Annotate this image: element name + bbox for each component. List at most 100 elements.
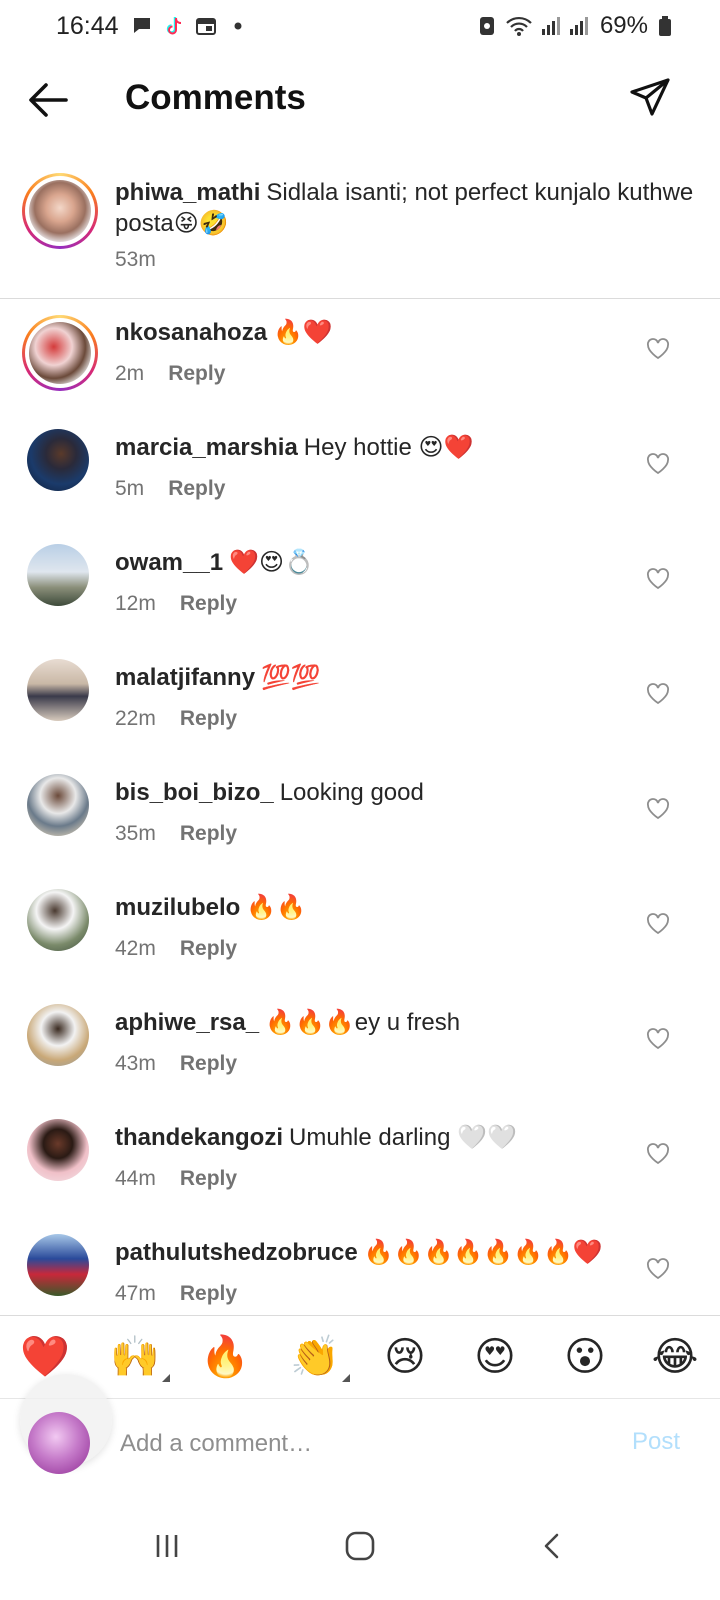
- caption-text: phiwa_mathi Sidlala isanti; not perfect k…: [115, 177, 695, 239]
- comment-composer: Post: [0, 1374, 720, 1492]
- comment-username[interactable]: aphiwe_rsa_: [115, 1009, 259, 1036]
- recent-apps-button[interactable]: [137, 1516, 197, 1576]
- comment-avatar[interactable]: [27, 1234, 89, 1296]
- comment-username[interactable]: marcia_marshia: [115, 434, 298, 461]
- comment-item: thandekangozi Umuhle darling 🤍🤍 44m Reply: [0, 1105, 720, 1220]
- comment-item: malatjifanny 💯💯 22m Reply: [0, 645, 720, 760]
- heart-icon[interactable]: [646, 913, 670, 935]
- comment-meta: 22m Reply: [115, 707, 237, 731]
- comment-text: muzilubelo 🔥🔥: [115, 893, 306, 923]
- reply-button[interactable]: Reply: [168, 362, 225, 386]
- comment-body: ❤️😍💍: [229, 549, 314, 576]
- comment-text: aphiwe_rsa_ 🔥🔥🔥ey u fresh: [115, 1008, 460, 1038]
- vpn-icon: [476, 15, 498, 37]
- comment-username[interactable]: pathulutshedzobruce: [115, 1239, 358, 1266]
- back-button[interactable]: [26, 80, 70, 120]
- share-button[interactable]: [628, 76, 672, 120]
- comment-avatar[interactable]: [27, 544, 89, 606]
- heart-icon[interactable]: [646, 568, 670, 590]
- comment-body: Looking good: [279, 779, 424, 806]
- comment-avatar[interactable]: [27, 659, 89, 721]
- comment-timestamp: 42m: [115, 937, 156, 960]
- battery-icon: [654, 15, 676, 37]
- comment-text: bis_boi_bizo_ Looking good: [115, 778, 424, 808]
- home-button[interactable]: [330, 1516, 390, 1576]
- reply-button[interactable]: Reply: [180, 822, 237, 846]
- comment-item: owam__1 ❤️😍💍 12m Reply: [0, 530, 720, 645]
- comment-username[interactable]: muzilubelo: [115, 894, 240, 921]
- comment-body: Hey hottie 😍❤️: [303, 434, 474, 461]
- comment-meta: 44m Reply: [115, 1167, 237, 1191]
- reply-button[interactable]: Reply: [180, 937, 237, 961]
- status-system-icons: 69%: [476, 12, 676, 40]
- comment-text: marcia_marshia Hey hottie 😍❤️: [115, 433, 473, 463]
- comment-body: 🔥🔥🔥🔥🔥🔥🔥❤️: [363, 1239, 603, 1266]
- caption-avatar[interactable]: [22, 173, 98, 249]
- comment-item: nkosanahoza 🔥❤️ 2m Reply: [0, 300, 720, 415]
- heart-icon[interactable]: [646, 453, 670, 475]
- comment-input[interactable]: [120, 1424, 580, 1464]
- heart-icon[interactable]: [646, 798, 670, 820]
- post-caption: phiwa_mathi Sidlala isanti; not perfect k…: [0, 165, 720, 299]
- comment-username[interactable]: malatjifanny: [115, 664, 255, 691]
- user-avatar[interactable]: [28, 1412, 90, 1474]
- comment-body: 🔥🔥🔥ey u fresh: [265, 1009, 461, 1036]
- comment-timestamp: 12m: [115, 592, 156, 615]
- clap-emoji: 👏: [290, 1334, 340, 1380]
- caption-username[interactable]: phiwa_mathi: [115, 179, 260, 206]
- calendar-icon: [195, 15, 217, 37]
- comment-username[interactable]: owam__1: [115, 549, 223, 576]
- comment-item: pathulutshedzobruce 🔥🔥🔥🔥🔥🔥🔥❤️ 47m Reply: [0, 1220, 720, 1315]
- page-title: Comments: [125, 78, 306, 117]
- reply-button[interactable]: Reply: [180, 1282, 237, 1306]
- post-button[interactable]: Post: [632, 1428, 680, 1456]
- reply-button[interactable]: Reply: [180, 1167, 237, 1191]
- comment-timestamp: 5m: [115, 477, 145, 500]
- reply-button[interactable]: Reply: [180, 1052, 237, 1076]
- heart-icon[interactable]: [646, 338, 670, 360]
- system-nav-bar: [0, 1492, 720, 1600]
- comment-body: Umuhle darling 🤍🤍: [289, 1124, 517, 1151]
- comment-avatar[interactable]: [27, 429, 89, 491]
- comment-avatar[interactable]: [22, 315, 98, 391]
- reaction-heart-eyes[interactable]: 😍: [468, 1330, 522, 1384]
- comment-item: bis_boi_bizo_ Looking good 35m Reply: [0, 760, 720, 875]
- reaction-surprised[interactable]: 😮: [558, 1330, 612, 1384]
- comment-item: muzilubelo 🔥🔥 42m Reply: [0, 875, 720, 990]
- status-time: 16:44: [56, 11, 119, 40]
- skin-tone-indicator: [162, 1374, 170, 1382]
- comment-meta: 35m Reply: [115, 822, 237, 846]
- raised-hands-emoji: 🙌: [110, 1334, 160, 1380]
- paper-plane-icon: [630, 78, 670, 116]
- comment-username[interactable]: nkosanahoza: [115, 319, 267, 346]
- comment-text: nkosanahoza 🔥❤️: [115, 318, 333, 348]
- signal-icon-2: [568, 15, 590, 37]
- comment-avatar[interactable]: [27, 1004, 89, 1066]
- comment-avatar[interactable]: [27, 889, 89, 951]
- reaction-clap[interactable]: 👏: [288, 1330, 350, 1384]
- back-nav-button[interactable]: [523, 1516, 583, 1576]
- chevron-left-icon: [545, 1533, 559, 1559]
- comment-meta: 43m Reply: [115, 1052, 237, 1076]
- comment-body: 🔥❤️: [273, 319, 333, 346]
- heart-icon[interactable]: [646, 1258, 670, 1280]
- reaction-raised-hands[interactable]: 🙌: [108, 1330, 170, 1384]
- signal-icon: [540, 15, 562, 37]
- reaction-fire[interactable]: 🔥: [198, 1330, 252, 1384]
- reply-button[interactable]: Reply: [168, 477, 225, 501]
- reaction-crying[interactable]: 😢: [378, 1330, 432, 1384]
- heart-icon[interactable]: [646, 1028, 670, 1050]
- comment-avatar[interactable]: [27, 1119, 89, 1181]
- comment-item: aphiwe_rsa_ 🔥🔥🔥ey u fresh 43m Reply: [0, 990, 720, 1105]
- reply-button[interactable]: Reply: [180, 592, 237, 616]
- comment-username[interactable]: bis_boi_bizo_: [115, 779, 274, 806]
- comment-timestamp: 47m: [115, 1282, 156, 1305]
- heart-icon[interactable]: [646, 683, 670, 705]
- comment-timestamp: 2m: [115, 362, 145, 385]
- message-icon: [131, 15, 153, 37]
- reply-button[interactable]: Reply: [180, 707, 237, 731]
- comment-avatar[interactable]: [27, 774, 89, 836]
- comment-username[interactable]: thandekangozi: [115, 1124, 283, 1151]
- reaction-laughing[interactable]: 😂: [648, 1330, 702, 1384]
- heart-icon[interactable]: [646, 1143, 670, 1165]
